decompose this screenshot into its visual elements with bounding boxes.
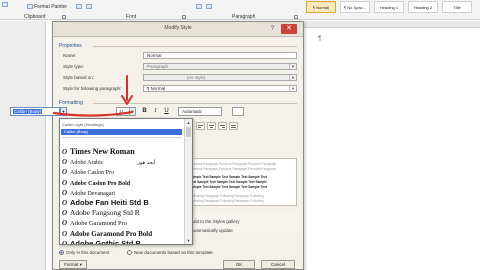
document-page[interactable] <box>300 28 480 270</box>
clipboard-launcher-icon[interactable] <box>62 15 66 19</box>
only-this-document-label: Only in this document <box>66 250 110 255</box>
style-heading-2[interactable]: Heading 2 <box>408 1 438 13</box>
text-highlight-icon[interactable] <box>76 4 82 9</box>
justify-button[interactable] <box>229 122 238 130</box>
font-option[interactable]: O Adobe Gothic Std B <box>62 233 184 245</box>
format-button[interactable]: Format ▾ <box>59 260 87 269</box>
style-based-on-select[interactable]: (no style) ▼ <box>143 74 297 81</box>
following-style-select[interactable]: ¶ Normal ▼ <box>143 85 297 92</box>
only-this-document-radio[interactable]: Only in this document <box>59 250 110 256</box>
preview-line: Sample Text Sample Text Sample Text Samp… <box>190 185 267 189</box>
format-painter-icon[interactable] <box>27 4 33 9</box>
style-based-on-label: Style based on: <box>63 75 95 80</box>
style-based-on-value: (no style) <box>187 75 206 80</box>
radio-icon <box>127 250 132 256</box>
font-group-label: Font <box>126 14 137 20</box>
font-select[interactable]: Calibri (Body) <box>10 107 60 116</box>
new-documents-radio[interactable]: New documents based on this template <box>127 250 213 256</box>
style-normal[interactable]: ¶ Normal <box>306 1 336 13</box>
name-label: Name: <box>63 53 77 58</box>
preview-line: Previous Paragraph Previous Paragraph Pr… <box>190 167 277 171</box>
format-painter-label[interactable]: Format Painter <box>34 4 67 10</box>
radio-icon <box>59 250 64 256</box>
paragraph-mark: ¶ <box>318 36 322 42</box>
following-style-value: ¶ Normal <box>147 86 166 91</box>
style-type-value: Paragraph <box>147 64 169 69</box>
font-launcher-icon[interactable] <box>182 15 186 19</box>
style-heading-1[interactable]: Heading 1 <box>374 1 404 13</box>
chevron-down-icon: ▼ <box>289 64 296 69</box>
align-center-button[interactable] <box>207 122 216 130</box>
preview-line: Following Paragraph Following Paragraph … <box>190 199 264 203</box>
properties-header: Properties <box>59 43 82 49</box>
add-to-gallery-checkbox[interactable]: Add to the Styles gallery <box>185 219 240 225</box>
paragraph-group-label: Paragraph <box>232 14 256 20</box>
preview-line: Following Paragraph Following Paragraph … <box>190 194 264 198</box>
font-option-label: Adobe Gothic Std B <box>70 238 141 245</box>
auto-update-label: Automatically update <box>191 228 233 233</box>
scroll-thumb[interactable] <box>186 127 191 137</box>
preview-line: Previous Paragraph Previous Paragraph Pr… <box>190 162 277 166</box>
style-title[interactable]: Title <box>442 1 472 13</box>
formatting-header: Formatting <box>59 100 83 106</box>
theme-fonts-header: Calibri Light (Headings) <box>62 122 104 127</box>
help-button[interactable]: ? <box>268 25 277 33</box>
chevron-down-icon: ▼ <box>289 75 296 80</box>
font-list-separator <box>62 137 182 138</box>
scroll-up-icon[interactable]: ▲ <box>185 119 192 126</box>
italic-button[interactable]: I <box>151 107 160 116</box>
style-no-spacing[interactable]: ¶ No Spac... <box>340 1 370 13</box>
formatting-divider <box>93 103 297 104</box>
align-right-button[interactable] <box>218 122 227 130</box>
cancel-button[interactable]: Cancel <box>261 260 295 269</box>
clipboard-group-label: Clipboard <box>24 14 46 20</box>
style-preview: Previous Paragraph Previous Paragraph Pr… <box>185 158 297 206</box>
bold-button[interactable]: B <box>140 107 149 116</box>
preview-line: Sample Text Sample Text Sample Text Samp… <box>190 175 267 179</box>
dialog-titlebar[interactable]: Modify Style ? ✕ <box>53 22 303 37</box>
align-center-icon[interactable] <box>206 4 212 9</box>
font-select-value: Calibri (Body) <box>13 109 43 114</box>
paste-icon[interactable] <box>2 2 8 7</box>
font-option-selected[interactable]: Calibri (Body) <box>61 129 182 135</box>
scroll-down-icon[interactable]: ▼ <box>185 237 192 244</box>
close-button[interactable]: ✕ <box>281 24 297 34</box>
paragraph-launcher-icon[interactable] <box>294 15 298 19</box>
new-documents-label: New documents based on this template <box>134 250 213 255</box>
align-left-icon[interactable] <box>196 4 202 9</box>
name-field[interactable]: Normal <box>143 52 297 59</box>
style-type-label: Style type: <box>63 64 85 69</box>
add-to-gallery-label: Add to the Styles gallery <box>191 219 240 224</box>
ok-button[interactable]: OK <box>223 260 255 269</box>
opentype-font-icon: O <box>62 239 68 245</box>
font-color-select[interactable]: Automatic <box>178 107 222 116</box>
chevron-down-icon: ▼ <box>289 86 296 91</box>
font-chevron-down-icon[interactable]: ▼ <box>60 107 67 116</box>
following-style-label: Style for following paragraph: <box>63 86 122 91</box>
dialog-title: Modify Style <box>164 25 192 31</box>
underline-button[interactable]: U <box>162 107 171 116</box>
properties-divider <box>93 46 297 47</box>
left-margin <box>0 21 46 270</box>
horizontal-ruler[interactable] <box>300 21 480 28</box>
ribbon: Format Painter Clipboard Font Paragraph … <box>0 0 480 20</box>
language-select[interactable] <box>232 107 244 116</box>
font-dropdown-list[interactable]: Calibri Light (Headings) Calibri (Body) … <box>59 118 193 245</box>
preview-line: Text Sample Text Sample Text Sample Text… <box>190 180 267 184</box>
font-color-icon[interactable] <box>86 4 92 9</box>
style-type-select[interactable]: Paragraph ▼ <box>143 63 297 70</box>
font-list-scrollbar[interactable]: ▲ ▼ <box>184 119 192 244</box>
font-size-select[interactable]: 11 <box>116 107 130 116</box>
size-chevron-down-icon[interactable]: ▼ <box>129 107 136 116</box>
align-left-button[interactable] <box>196 122 205 130</box>
